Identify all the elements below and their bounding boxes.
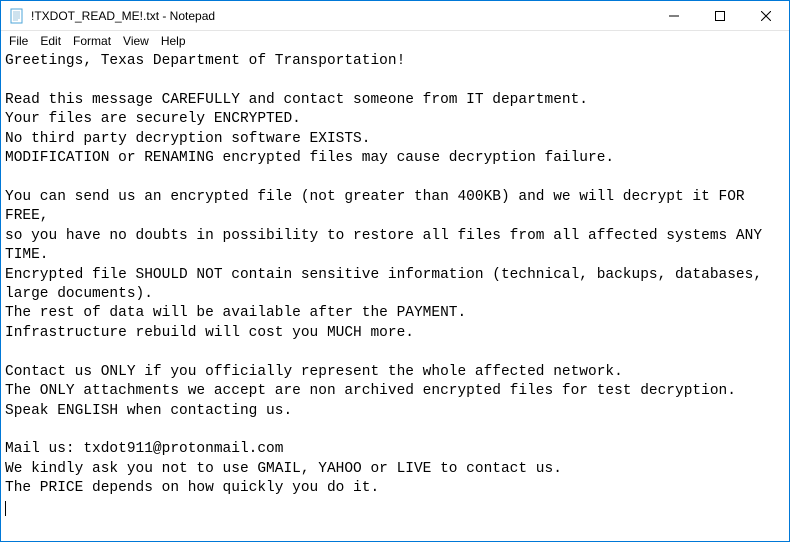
close-button[interactable]	[743, 1, 789, 31]
text-area[interactable]: Greetings, Texas Department of Transport…	[1, 50, 789, 541]
window-title: !TXDOT_READ_ME!.txt - Notepad	[31, 9, 651, 23]
titlebar: !TXDOT_READ_ME!.txt - Notepad	[1, 1, 789, 31]
menu-edit[interactable]: Edit	[34, 33, 67, 49]
maximize-button[interactable]	[697, 1, 743, 31]
notepad-icon	[9, 8, 25, 24]
menu-view[interactable]: View	[117, 33, 155, 49]
menu-format[interactable]: Format	[67, 33, 117, 49]
text-caret	[5, 501, 6, 516]
menu-file[interactable]: File	[3, 33, 34, 49]
menu-help[interactable]: Help	[155, 33, 192, 49]
minimize-button[interactable]	[651, 1, 697, 31]
menubar: File Edit Format View Help	[1, 31, 789, 50]
window-controls	[651, 1, 789, 30]
document-text: Greetings, Texas Department of Transport…	[5, 53, 771, 496]
